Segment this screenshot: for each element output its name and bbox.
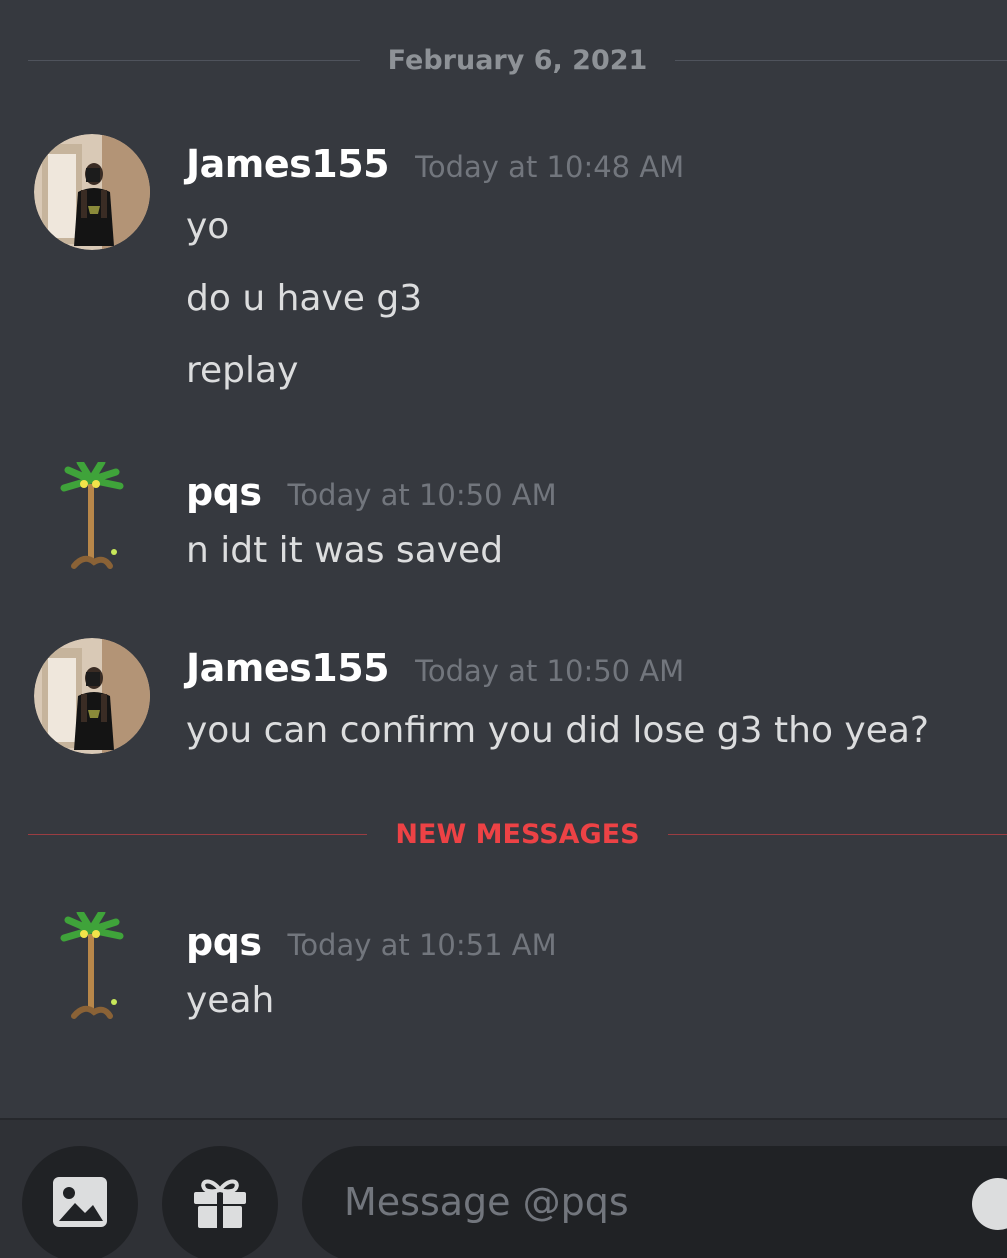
upload-image-button[interactable]: [22, 1146, 138, 1258]
message-group: pqs Today at 10:51 AM yeah: [0, 912, 1007, 1032]
timestamp: Today at 10:50 AM: [287, 478, 557, 512]
timestamp: Today at 10:48 AM: [415, 150, 685, 184]
message-text: yo: [186, 206, 230, 247]
message-header: pqs Today at 10:50 AM: [186, 470, 557, 514]
timestamp: Today at 10:50 AM: [415, 654, 685, 688]
message-header: James155 Today at 10:50 AM: [186, 646, 684, 690]
message-text: replay: [186, 350, 299, 391]
username[interactable]: James155: [186, 646, 390, 690]
username[interactable]: James155: [186, 142, 390, 186]
new-messages-label: NEW MESSAGES: [395, 818, 640, 850]
avatar-james155[interactable]: [34, 134, 150, 250]
date-divider: February 6, 2021: [28, 44, 1007, 76]
date-divider-label: February 6, 2021: [387, 44, 648, 76]
username[interactable]: pqs: [186, 470, 262, 514]
image-icon: [51, 1173, 109, 1235]
timestamp: Today at 10:51 AM: [287, 928, 557, 962]
message-text: n idt it was saved: [186, 530, 504, 571]
dm-chat-screen: February 6, 2021 James155 Today at 10:48…: [0, 0, 1007, 1258]
divider-line: [667, 833, 1007, 835]
divider-line: [675, 59, 1007, 61]
gift-button[interactable]: [162, 1146, 278, 1258]
message-header: pqs Today at 10:51 AM: [186, 920, 557, 964]
message-input-placeholder: Message @pqs: [344, 1180, 629, 1224]
message-text: do u have g3: [186, 278, 423, 319]
avatar-james155[interactable]: [34, 638, 150, 754]
composer-bar: Message @pqs: [0, 1118, 1007, 1258]
message-input[interactable]: Message @pqs: [302, 1146, 1007, 1258]
message-group: James155 Today at 10:50 AM you can confi…: [0, 638, 1007, 768]
gift-icon: [190, 1172, 250, 1236]
divider-line: [28, 833, 368, 835]
new-messages-divider: NEW MESSAGES: [28, 818, 1007, 850]
message-text: yeah: [186, 980, 275, 1021]
message-text: you can confirm you did lose g3 tho yea?: [186, 710, 930, 751]
message-group: pqs Today at 10:50 AM n idt it was saved: [0, 462, 1007, 582]
username[interactable]: pqs: [186, 920, 262, 964]
message-header: James155 Today at 10:48 AM: [186, 142, 684, 186]
divider-line: [28, 59, 360, 61]
avatar-pqs[interactable]: [60, 912, 126, 1028]
avatar-pqs[interactable]: [60, 462, 126, 578]
message-group: James155 Today at 10:48 AM yo do u have …: [0, 134, 1007, 424]
